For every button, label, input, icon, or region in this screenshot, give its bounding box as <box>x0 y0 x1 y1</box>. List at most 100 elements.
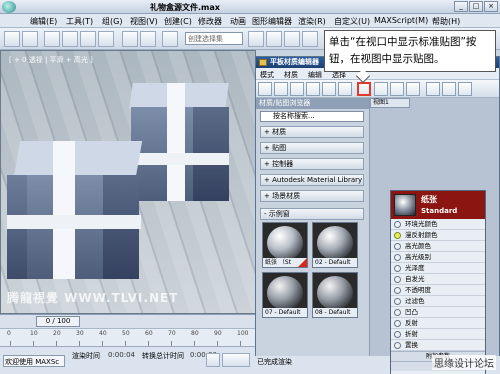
slot-socket-icon[interactable] <box>394 342 401 349</box>
material-slot[interactable]: 不透明度 <box>391 285 485 296</box>
node-view[interactable]: 视图1 纸张 Standard 环境光颜色 漫反射颜色 高光颜色 高光级别 光泽度 自发光… <box>370 98 499 374</box>
angle-snap-icon[interactable] <box>162 31 178 47</box>
slot-socket-icon[interactable] <box>394 320 401 327</box>
undo-icon[interactable] <box>4 31 20 47</box>
time-slider[interactable]: 0 / 100 <box>0 314 256 328</box>
slot-socket-icon[interactable] <box>394 309 401 316</box>
me-menu-edit[interactable]: 编辑 <box>308 70 322 80</box>
me-menu-mode[interactable]: 模式 <box>260 70 274 80</box>
material-slot[interactable]: 反射 <box>391 318 485 329</box>
menu-customize[interactable]: 自定义(U) <box>334 16 370 27</box>
material-slot[interactable]: 置换 <box>391 340 485 351</box>
parameter-editor-icon[interactable] <box>426 82 440 96</box>
slot-socket-icon[interactable] <box>394 221 401 228</box>
menu-tools[interactable]: 工具(T) <box>66 16 93 27</box>
background-icon[interactable] <box>390 82 404 96</box>
material-slot[interactable]: 过滤色 <box>391 296 485 307</box>
delete-icon[interactable] <box>322 82 336 96</box>
move-children-icon[interactable] <box>338 82 352 96</box>
put-to-scene-icon[interactable] <box>290 82 304 96</box>
rotate-icon[interactable] <box>80 31 96 47</box>
slot-socket-icon[interactable] <box>394 298 401 305</box>
sample-slot-paper[interactable]: 纸张 （St <box>262 222 308 268</box>
slot-socket-icon[interactable] <box>394 331 401 338</box>
slot-socket-icon[interactable] <box>394 254 401 261</box>
show-map-in-viewport-icon[interactable] <box>357 82 371 96</box>
menu-animation[interactable]: 动画 <box>230 16 246 27</box>
menu-view[interactable]: 视图(V) <box>130 16 158 27</box>
material-slot[interactable]: 高光级别 <box>391 252 485 263</box>
get-material-icon[interactable] <box>274 82 288 96</box>
gift-box-front[interactable] <box>7 141 147 281</box>
slot-socket-icon[interactable] <box>394 276 401 283</box>
nav-icon[interactable] <box>458 82 472 96</box>
mirror-icon[interactable] <box>248 31 264 47</box>
select-link-icon[interactable] <box>44 31 60 47</box>
menu-create[interactable]: 创建(C) <box>164 16 192 27</box>
menu-help[interactable]: 帮助(H) <box>432 16 460 27</box>
perspective-viewport[interactable]: [ + 0 透视 | 平滑 + 高光 ] 腾龍視覺 WWW.TLVI.NET <box>0 50 256 314</box>
material-node[interactable]: 纸张 Standard 环境光颜色 漫反射颜色 高光颜色 高光级别 光泽度 自发光 不透明度… <box>390 190 486 374</box>
menu-modifiers[interactable]: 修改器 <box>198 16 222 27</box>
sample-slot-02[interactable]: 02 - Default <box>312 222 358 268</box>
material-slot-list: 环境光颜色 漫反射颜色 高光颜色 高光级别 光泽度自发光 不透明度 过滤色 凹凸 反射 折射 置换 <box>391 219 485 351</box>
category-autodesk-library[interactable]: + Autodesk Material Library <box>260 174 364 186</box>
slot-socket-icon[interactable] <box>394 265 401 272</box>
material-slot[interactable]: 折射 <box>391 329 485 340</box>
close-button[interactable]: × <box>484 1 498 12</box>
layer-icon[interactable] <box>284 31 300 47</box>
track-bar[interactable]: 0 10 20 30 40 50 60 70 80 90 100 <box>0 328 256 346</box>
sample-slot-08[interactable]: 08 - Default <box>312 272 358 318</box>
material-slot[interactable]: 凹凸 <box>391 307 485 318</box>
slot-socket-icon[interactable] <box>394 243 401 250</box>
convert-time-label: 转换总计时间 <box>142 352 184 360</box>
menu-rendering[interactable]: 渲染(R) <box>298 16 326 27</box>
scale-icon[interactable] <box>98 31 114 47</box>
category-sample-slots[interactable]: - 示例窗 <box>260 208 364 220</box>
material-slot[interactable]: 自发光 <box>391 274 485 285</box>
frame-counter[interactable]: 0 / 100 <box>36 316 80 327</box>
browser-search-input[interactable]: 按名称搜索... <box>260 111 364 122</box>
material-slot[interactable]: 漫反射颜色 <box>391 230 485 241</box>
curve-editor-icon[interactable] <box>302 31 318 47</box>
material-thumbnail <box>394 194 416 216</box>
me-menu-material[interactable]: 材质 <box>284 70 298 80</box>
set-key-button[interactable] <box>222 353 250 367</box>
category-scene-materials[interactable]: + 场景材质 <box>260 190 364 202</box>
pick-material-icon[interactable] <box>258 82 272 96</box>
select-icon[interactable] <box>122 31 138 47</box>
snap-icon[interactable] <box>140 31 156 47</box>
site-watermark: 思缘设计论坛 <box>432 355 496 370</box>
ruler-number: 20 <box>53 330 61 337</box>
key-icon[interactable] <box>206 353 220 367</box>
material-slot[interactable]: 环境光颜色 <box>391 219 485 230</box>
slot-label: 光泽度 <box>405 264 425 272</box>
maximize-button[interactable]: □ <box>469 1 483 12</box>
material-slot[interactable]: 高光颜色 <box>391 241 485 252</box>
align-icon[interactable] <box>266 31 282 47</box>
menu-group[interactable]: 组(G) <box>102 16 122 27</box>
assign-material-icon[interactable] <box>306 82 320 96</box>
redo-icon[interactable] <box>22 31 38 47</box>
viewport-label[interactable]: [ + 0 透视 | 平滑 + 高光 ] <box>9 55 93 65</box>
app-logo-icon[interactable] <box>2 1 16 13</box>
move-icon[interactable] <box>62 31 78 47</box>
category-maps[interactable]: + 贴图 <box>260 142 364 154</box>
tab-view1[interactable]: 视图1 <box>370 98 410 108</box>
selection-set-combo[interactable]: 创建选择集 <box>185 32 243 45</box>
slot-socket-icon[interactable] <box>394 232 401 239</box>
show-end-result-icon[interactable] <box>374 82 388 96</box>
slot-socket-icon[interactable] <box>394 287 401 294</box>
app-window: 礼物盒源文件.max _ □ × 编辑(E) 工具(T) 组(G) 视图(V) … <box>0 0 500 374</box>
layout-all-icon[interactable] <box>406 82 420 96</box>
select-by-material-icon[interactable] <box>442 82 456 96</box>
material-slot[interactable]: 光泽度 <box>391 263 485 274</box>
minimize-button[interactable]: _ <box>454 1 468 12</box>
maxscript-listener[interactable]: 欢迎使用 MAXSc <box>3 355 65 367</box>
menu-maxscript[interactable]: MAXScript(M) <box>374 16 428 25</box>
menu-graph-editors[interactable]: 图形编辑器 <box>252 16 292 27</box>
menu-edit[interactable]: 编辑(E) <box>30 16 57 27</box>
category-controllers[interactable]: + 控制器 <box>260 158 364 170</box>
category-materials[interactable]: + 材质 <box>260 126 364 138</box>
sample-slot-07[interactable]: 07 - Default <box>262 272 308 318</box>
